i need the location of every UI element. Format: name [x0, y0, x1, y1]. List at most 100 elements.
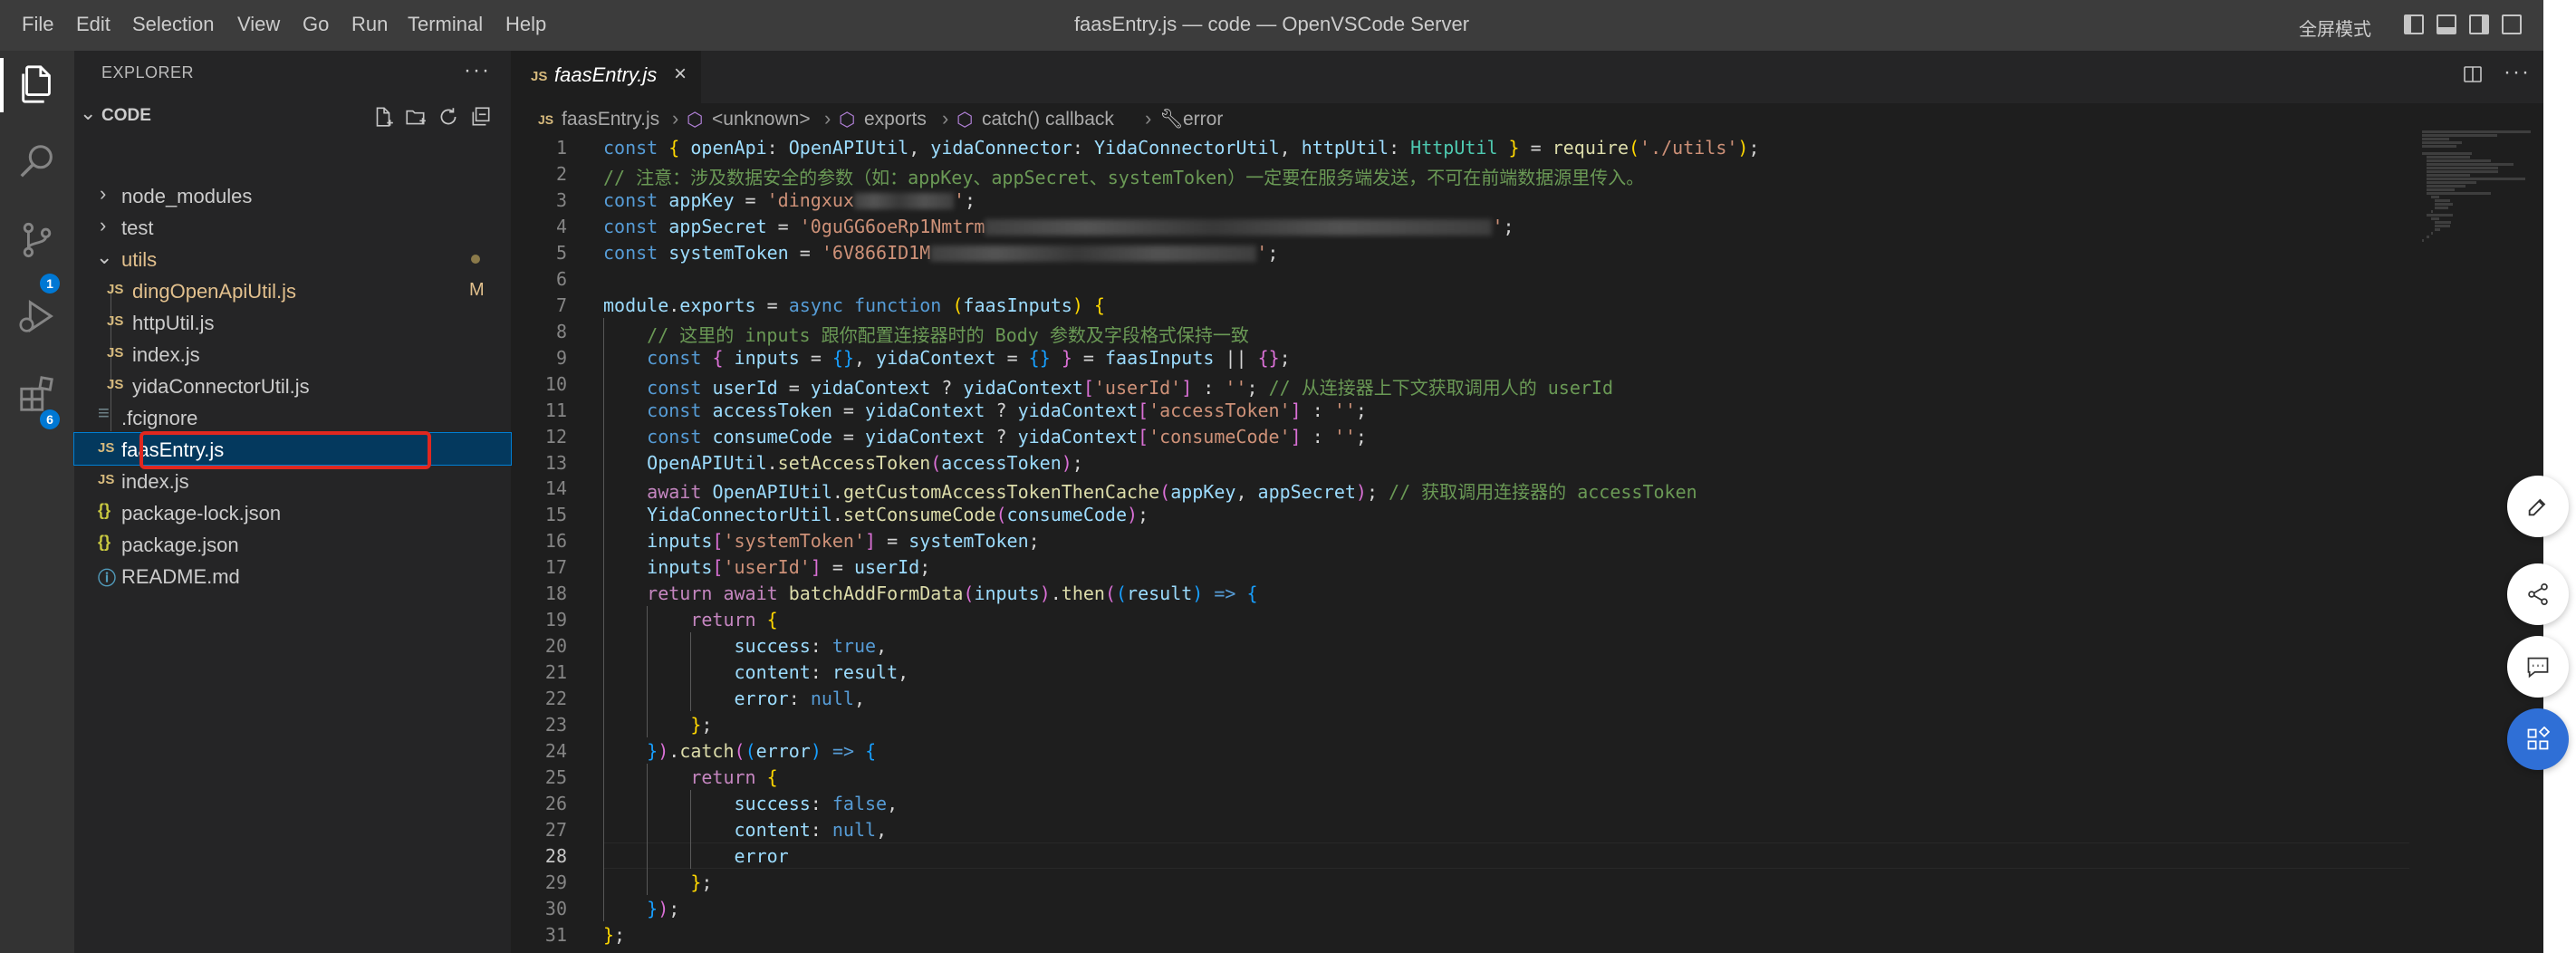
- code-line[interactable]: 4 const appSecret = '0guGG6oeRp1Nmtrm ';: [511, 213, 2413, 239]
- code-line[interactable]: 13 OpenAPIUtil.setAccessToken(accessToke…: [511, 449, 2413, 476]
- code-line[interactable]: 12 const consumeCode = yidaContext ? yid…: [511, 423, 2413, 449]
- apps-button[interactable]: [2507, 708, 2569, 770]
- code-line[interactable]: 24 }).catch((error) => {: [511, 737, 2413, 764]
- line-source: const consumeCode = yidaContext ? yidaCo…: [647, 425, 1367, 448]
- code-line[interactable]: 14 await OpenAPIUtil.getCustomAccessToke…: [511, 475, 2413, 503]
- minimap-line: [2426, 236, 2430, 238]
- comment-button[interactable]: [2507, 636, 2569, 698]
- chevron-right-icon: ›: [1145, 107, 1152, 130]
- code-line[interactable]: 1 const { openApi: OpenAPIUtil, yidaConne…: [511, 134, 2413, 160]
- code-line[interactable]: 16 inputs['systemToken'] = systemToken;: [511, 527, 2413, 554]
- breadcrumb-error[interactable]: error: [1183, 109, 1223, 130]
- minimap-line: [2435, 199, 2451, 202]
- tree-file-utils-index[interactable]: JS index.js: [74, 338, 511, 370]
- code-line[interactable]: 22 error: null,: [511, 685, 2413, 711]
- code-line[interactable]: 27 content: null,: [511, 816, 2413, 842]
- code-line[interactable]: 15 YidaConnectorUtil.setConsumeCode(cons…: [511, 501, 2413, 527]
- search-icon[interactable]: [16, 141, 58, 183]
- chevron-right-icon: ›: [824, 107, 831, 130]
- code-line[interactable]: 20 success: true,: [511, 632, 2413, 659]
- line-source: };: [603, 923, 626, 946]
- chevron-right-icon: ›: [942, 107, 949, 130]
- tree-folder-node-modules[interactable]: › node_modules: [74, 179, 511, 211]
- breadcrumb-unknown[interactable]: <unknown>: [712, 109, 811, 130]
- code-line[interactable]: 23 };: [511, 711, 2413, 737]
- customize-layout-icon[interactable]: [2502, 14, 2522, 34]
- code-line[interactable]: 7 module.exports = async function (faasIn…: [511, 292, 2413, 318]
- minimap-line: [2422, 134, 2497, 137]
- code-line[interactable]: 11 const accessToken = yidaContext ? yid…: [511, 397, 2413, 423]
- source-control-icon[interactable]: [16, 219, 58, 261]
- chevron-right-icon: ›: [100, 182, 107, 205]
- line-number: 29: [544, 871, 567, 893]
- breadcrumb-catch-callback[interactable]: catch() callback: [982, 109, 1114, 130]
- tab-label: faasEntry.js: [554, 63, 658, 86]
- tree-file-package-lock[interactable]: {} package-lock.json: [74, 496, 511, 528]
- minimap-line: [2422, 152, 2473, 155]
- tree-folder-test[interactable]: › test: [74, 211, 511, 243]
- code-line[interactable]: 25 return {: [511, 764, 2413, 790]
- code-line[interactable]: 19 return {: [511, 606, 2413, 632]
- config-file-icon: ≡: [98, 401, 110, 424]
- tree-file-readme[interactable]: ⓘ README.md: [74, 560, 511, 592]
- code-line[interactable]: 30 });: [511, 895, 2413, 921]
- explorer-more-icon[interactable]: ···: [464, 58, 491, 83]
- edit-button[interactable]: [2507, 476, 2569, 537]
- tree-label: package-lock.json: [121, 502, 282, 525]
- toggle-panel-icon[interactable]: [2437, 14, 2456, 34]
- split-editor-icon[interactable]: [2462, 63, 2484, 85]
- tree-file-index[interactable]: JS index.js: [74, 465, 511, 496]
- window-title: faasEntry.js — code — OpenVSCode Server: [1073, 13, 1470, 35]
- collapse-all-icon[interactable]: [469, 105, 493, 129]
- code-line[interactable]: 6: [511, 265, 2413, 292]
- code-line[interactable]: 17 inputs['userId'] = userId;: [511, 554, 2413, 580]
- code-line[interactable]: 2 // 注意：涉及数据安全的参数（如：appKey、appSecret、syst…: [511, 160, 2413, 188]
- js-file-icon: JS: [107, 313, 124, 329]
- breadcrumb-exports[interactable]: exports: [864, 109, 927, 130]
- tree-file-fcignore[interactable]: ≡ .fcignore: [74, 401, 511, 433]
- new-folder-icon[interactable]: [404, 105, 428, 129]
- toggle-sidebar-icon[interactable]: [2404, 14, 2424, 34]
- toggle-secondary-sidebar-icon[interactable]: [2469, 14, 2489, 34]
- line-source: const appSecret = '0guGG6oeRp1Nmtrm ';: [603, 215, 1514, 237]
- new-file-icon[interactable]: [371, 105, 395, 129]
- tree-label: package.json: [121, 534, 239, 556]
- minimap[interactable]: [2409, 129, 2543, 953]
- tab-faasentry[interactable]: JS faasEntry.js ×: [511, 51, 701, 103]
- tree-file-httputil[interactable]: JS httpUtil.js: [74, 306, 511, 338]
- refresh-icon[interactable]: [437, 105, 460, 129]
- tree-file-yidaconnectorutil[interactable]: JS yidaConnectorUtil.js: [74, 370, 511, 401]
- line-number: 20: [544, 635, 567, 658]
- code-line[interactable]: 5 const systemToken = '6V866ID1M ';: [511, 239, 2413, 265]
- tree-file-package[interactable]: {} package.json: [74, 528, 511, 560]
- line-number: 14: [544, 477, 567, 500]
- code-line[interactable]: 28 error: [511, 842, 2413, 869]
- code-line[interactable]: 26 success: false,: [511, 790, 2413, 816]
- line-source: OpenAPIUtil.setAccessToken(accessToken);: [647, 451, 1083, 474]
- close-icon[interactable]: ×: [674, 62, 687, 87]
- code-line[interactable]: 29 };: [511, 869, 2413, 895]
- code-line[interactable]: 32: [511, 948, 2413, 953]
- code-line[interactable]: 10 const userId = yidaContext ? yidaCont…: [511, 371, 2413, 399]
- code-line[interactable]: 8 // 这里的 inputs 跟你配置连接器时的 Body 参数及字段格式保持…: [511, 318, 2413, 346]
- code-line[interactable]: 18 return await batchAddFormData(inputs)…: [511, 580, 2413, 606]
- run-debug-icon[interactable]: [16, 295, 58, 337]
- code-line[interactable]: 21 content: result,: [511, 659, 2413, 685]
- explorer-title: EXPLORER: [101, 63, 195, 82]
- explorer-icon[interactable]: [16, 63, 58, 105]
- code-line[interactable]: 31};: [511, 921, 2413, 948]
- breadcrumb-file[interactable]: faasEntry.js: [562, 109, 659, 130]
- extensions-icon[interactable]: [16, 373, 58, 415]
- code-line[interactable]: 3 const appKey = 'dingxux ';: [511, 187, 2413, 213]
- line-number: 27: [544, 818, 567, 841]
- workspace-folder-header[interactable]: ⌄ CODE: [74, 100, 511, 132]
- tree-file-dingopenapiutil[interactable]: JS dingOpenApiUtil.js M: [74, 274, 511, 306]
- tree-folder-utils[interactable]: ⌄ utils: [74, 243, 511, 274]
- code-line[interactable]: 9 const { inputs = {}, yidaContext = {} …: [511, 344, 2413, 371]
- js-file-icon: JS: [531, 69, 548, 84]
- fullscreen-button[interactable]: 全屏模式: [2299, 14, 2371, 41]
- share-button[interactable]: [2507, 563, 2569, 625]
- editor-more-icon[interactable]: ···: [2504, 60, 2531, 85]
- code-editor[interactable]: 1 const { openApi: OpenAPIUtil, yidaConne…: [511, 129, 2415, 953]
- minimap-line: [2430, 196, 2440, 198]
